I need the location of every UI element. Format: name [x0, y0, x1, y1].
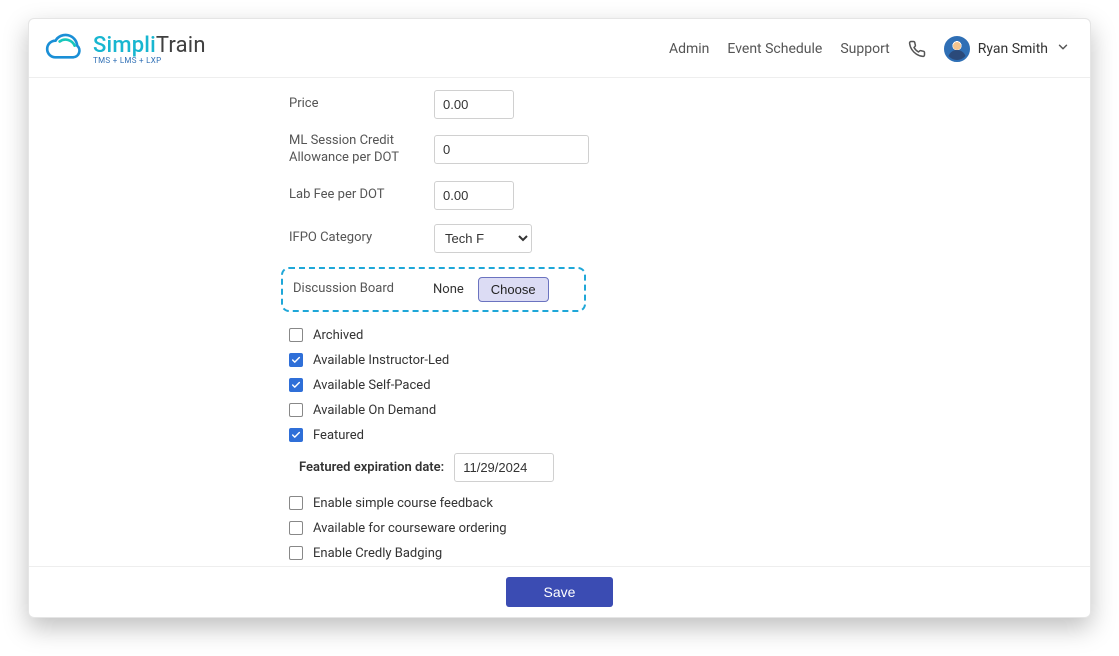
nav: Admin Event Schedule Support Ryan Smith [669, 36, 1070, 62]
phone-icon[interactable] [908, 40, 926, 58]
check-ilt-row: Available Instructor-Led [289, 353, 1060, 368]
nav-support[interactable]: Support [840, 41, 889, 57]
check-featured[interactable] [289, 428, 303, 442]
form-area: Price ML Session Credit Allowance per DO… [279, 78, 1090, 566]
check-courseware[interactable] [289, 521, 303, 535]
input-featured-exp[interactable] [454, 453, 554, 482]
row-discussion-board: Discussion Board None Choose [281, 267, 586, 312]
check-credly-label: Enable Credly Badging [313, 546, 442, 561]
check-feedback[interactable] [289, 496, 303, 510]
check-courseware-row: Available for courseware ordering [289, 521, 1060, 536]
footer: Save [29, 566, 1090, 617]
check-archived-row: Archived [289, 328, 1060, 343]
chevron-down-icon [1056, 40, 1070, 58]
label-price: Price [289, 96, 434, 113]
logo-text: SimpliTrain [93, 33, 206, 58]
cloud-icon [39, 29, 87, 69]
check-featured-label: Featured [313, 428, 364, 443]
choose-button[interactable]: Choose [478, 277, 549, 302]
avatar [944, 36, 970, 62]
content: Price ML Session Credit Allowance per DO… [29, 78, 1090, 566]
user-menu[interactable]: Ryan Smith [944, 36, 1070, 62]
check-ondemand-label: Available On Demand [313, 403, 436, 418]
save-button[interactable]: Save [506, 577, 614, 607]
label-discussion-board: Discussion Board [293, 281, 433, 298]
row-price: Price [289, 90, 1060, 119]
discussion-board-value: None [433, 282, 464, 297]
label-featured-exp: Featured expiration date: [299, 460, 444, 475]
check-courseware-label: Available for courseware ordering [313, 521, 507, 536]
featured-exp-row: Featured expiration date: [299, 453, 1060, 482]
check-featured-row: Featured [289, 428, 1060, 443]
user-name: Ryan Smith [978, 41, 1048, 57]
topbar: SimpliTrain TMS + LMS + LXP Admin Event … [29, 19, 1090, 77]
label-ifpo: IFPO Category [289, 230, 434, 247]
check-feedback-row: Enable simple course feedback [289, 496, 1060, 511]
check-credly-row: Enable Credly Badging [289, 546, 1060, 561]
input-price[interactable] [434, 90, 514, 119]
select-ifpo[interactable]: Tech F [434, 224, 532, 253]
row-ml-session: ML Session Credit Allowance per DOT [289, 133, 1060, 167]
input-lab-fee[interactable] [434, 181, 514, 210]
check-archived-label: Archived [313, 328, 363, 343]
check-ondemand-row: Available On Demand [289, 403, 1060, 418]
check-self[interactable] [289, 378, 303, 392]
nav-admin[interactable]: Admin [669, 41, 709, 57]
check-credly[interactable] [289, 546, 303, 560]
label-ml-session: ML Session Credit Allowance per DOT [289, 133, 434, 167]
label-lab-fee: Lab Fee per DOT [289, 187, 434, 204]
check-self-label: Available Self-Paced [313, 378, 431, 393]
row-ifpo: IFPO Category Tech F [289, 224, 1060, 253]
nav-schedule[interactable]: Event Schedule [727, 41, 822, 57]
check-ondemand[interactable] [289, 403, 303, 417]
check-feedback-label: Enable simple course feedback [313, 496, 493, 511]
logo: SimpliTrain TMS + LMS + LXP [39, 29, 206, 69]
check-self-row: Available Self-Paced [289, 378, 1060, 393]
check-archived[interactable] [289, 328, 303, 342]
app-window: SimpliTrain TMS + LMS + LXP Admin Event … [28, 18, 1091, 618]
check-ilt-label: Available Instructor-Led [313, 353, 449, 368]
input-ml-session[interactable] [434, 135, 589, 164]
side-spacer [29, 78, 279, 566]
check-ilt[interactable] [289, 353, 303, 367]
row-lab-fee: Lab Fee per DOT [289, 181, 1060, 210]
